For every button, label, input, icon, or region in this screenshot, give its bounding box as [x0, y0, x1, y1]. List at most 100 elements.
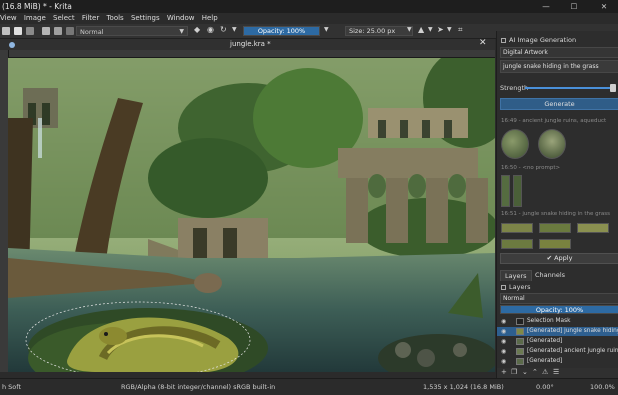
menu-select[interactable]: Select [53, 13, 75, 24]
menu-window[interactable]: Window [167, 13, 195, 24]
move-up-icon[interactable]: ⌃ [532, 368, 538, 376]
layer-name: [Generated] ancient jungle ruins, aquedu… [527, 348, 618, 354]
menu-view[interactable]: View [0, 13, 17, 24]
preserve-alpha-icon[interactable]: ◉ [207, 25, 214, 34]
reload-preset-icon[interactable]: ↻ [220, 25, 227, 34]
status-bar: h Soft RGB/Alpha (8-bit integer/channel)… [0, 378, 618, 395]
mirror-vertical-icon[interactable]: ➤ [437, 25, 444, 34]
color-profile[interactable]: RGB/Alpha (8-bit integer/channel) sRGB b… [121, 379, 275, 395]
menu-settings[interactable]: Settings [131, 13, 160, 24]
canvas-rotation: 0.00° [536, 383, 554, 391]
ai-generation-header: AI Image Generation [497, 36, 618, 45]
layer-row[interactable]: ◉ [Generated] [497, 357, 618, 366]
menu-image[interactable]: Image [24, 13, 46, 24]
right-dock-panel: AI Image Generation Digital Artwork jung… [496, 31, 618, 378]
brush-editor-icon[interactable] [54, 27, 62, 35]
history-thumbnail[interactable] [513, 175, 522, 207]
workspace-select[interactable]: Digital Artwork [500, 47, 618, 58]
layer-thumbnail [516, 328, 524, 335]
history-thumbnail[interactable] [577, 223, 609, 233]
layer-row[interactable]: ◉ [Generated] [497, 337, 618, 346]
generate-label: Generate [544, 100, 575, 108]
image-dimensions: 1,535 x 1,024 (16.8 MiB) [423, 383, 504, 391]
wrap-around-icon[interactable]: ⌗ [458, 25, 463, 35]
history-thumbnail[interactable] [539, 223, 571, 233]
tab-layers[interactable]: Layers [500, 270, 532, 281]
layer-row[interactable]: ◉ [Generated] jungle snake hiding in the… [497, 327, 618, 336]
history-thumbnail[interactable] [501, 239, 533, 249]
jungle-painting-image [8, 58, 495, 372]
workspace-value: Digital Artwork [503, 49, 548, 56]
opacity-slider[interactable]: Opacity: 100% [243, 26, 320, 36]
menu-help[interactable]: Help [202, 13, 218, 24]
history-label: 16:50 - <no prompt> [501, 165, 561, 171]
close-window-button[interactable]: ✕ [590, 0, 618, 13]
eraser-icon[interactable]: ◆ [194, 25, 200, 34]
maximize-button[interactable]: ☐ [560, 0, 588, 13]
mirror-horizontal-icon[interactable]: ▲ [418, 25, 424, 34]
add-layer-icon[interactable]: + [501, 368, 507, 376]
strength-label: Strength [500, 84, 529, 92]
menu-tools[interactable]: Tools [106, 13, 123, 24]
visibility-eye-icon[interactable]: ◉ [501, 357, 506, 366]
layer-properties-icon[interactable]: ⚠ [542, 368, 548, 376]
duplicate-layer-icon[interactable]: ❐ [511, 368, 517, 376]
brush-settings-icon[interactable] [66, 27, 74, 35]
layers-panel-tabs: Layers Channels [497, 270, 618, 281]
layers-header: Layers [497, 283, 618, 292]
krita-document-icon [9, 42, 15, 48]
chevron-down-icon[interactable]: ▼ [324, 26, 329, 33]
chevron-down-icon[interactable]: ▼ [428, 26, 433, 33]
layer-menu-icon[interactable]: ☰ [553, 368, 559, 376]
title-bar: (16.8 MiB) * - Krita — ☐ ✕ [0, 0, 618, 13]
prompt-input[interactable]: jungle snake hiding in the grass [500, 60, 618, 73]
texture-icon[interactable] [2, 27, 10, 35]
history-thumbnail[interactable] [538, 129, 566, 159]
apply-button[interactable]: ✔ Apply [500, 253, 618, 264]
chevron-down-icon[interactable]: ▼ [232, 26, 237, 33]
pattern-icon[interactable] [26, 27, 34, 35]
layer-name: [Generated] [527, 338, 563, 344]
layer-row[interactable]: ◉ Selection Mask [497, 317, 618, 326]
visibility-eye-icon[interactable]: ◉ [501, 327, 506, 336]
generate-button[interactable]: Generate [500, 98, 618, 110]
dock-float-icon[interactable] [501, 38, 506, 43]
strength-handle[interactable] [610, 84, 616, 92]
chevron-down-icon[interactable]: ▼ [407, 26, 412, 33]
visibility-eye-icon[interactable]: ◉ [501, 337, 506, 346]
brush-preset-icon[interactable] [42, 27, 50, 35]
layer-blend-mode-select[interactable]: Normal [500, 293, 618, 304]
zoom-level[interactable]: 100.0% [590, 379, 615, 395]
history-thumbnail[interactable] [501, 175, 510, 207]
chevron-down-icon: ▼ [179, 28, 184, 35]
history-thumbnail[interactable] [501, 223, 533, 233]
brush-size-field[interactable]: Size: 25.00 px [345, 26, 413, 36]
strength-slider[interactable] [525, 84, 616, 92]
document-tab[interactable]: jungle.kra * ✕ [0, 38, 495, 50]
tab-channels[interactable]: Channels [531, 270, 569, 281]
brush-name: h Soft [2, 383, 22, 391]
visibility-eye-icon[interactable]: ◉ [501, 347, 506, 356]
prompt-text: jungle snake hiding in the grass [503, 63, 599, 70]
layer-blend-mode-value: Normal [503, 295, 525, 302]
opacity-value: Opacity: 100% [257, 27, 306, 35]
minimize-button[interactable]: — [532, 0, 560, 13]
layer-thumbnail [516, 358, 524, 365]
strength-fill [525, 87, 613, 89]
move-down-icon[interactable]: ⌄ [522, 368, 528, 376]
history-label: 16:49 - ancient jungle ruins, aqueduct [501, 118, 607, 124]
document-title: jungle.kra * [230, 40, 271, 48]
dock-float-icon[interactable] [501, 285, 506, 290]
menu-filter[interactable]: Filter [82, 13, 99, 24]
painting-canvas[interactable] [8, 58, 495, 372]
blend-mode-select[interactable]: Normal ▼ [76, 26, 188, 36]
layer-opacity-slider[interactable]: Opacity: 100% [500, 305, 618, 314]
history-thumbnail[interactable] [539, 239, 571, 249]
visibility-eye-icon[interactable]: ◉ [501, 317, 506, 326]
layer-row[interactable]: ◉ [Generated] ancient jungle ruins, aque… [497, 347, 618, 356]
close-document-icon[interactable]: ✕ [479, 38, 487, 49]
chevron-down-icon[interactable]: ▼ [447, 26, 452, 33]
history-thumbnail[interactable] [501, 129, 529, 159]
gradient-icon[interactable] [14, 27, 22, 35]
menu-bar: View Image Select Filter Tools Settings … [0, 13, 618, 24]
